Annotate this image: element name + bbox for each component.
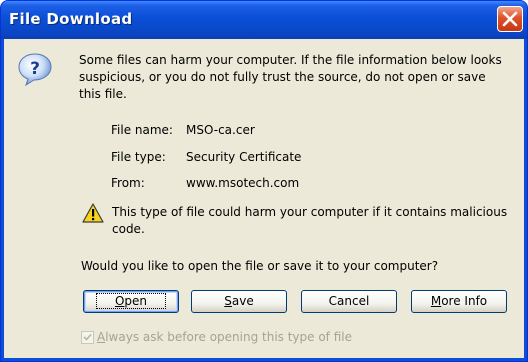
save-button[interactable]: Save	[191, 290, 287, 313]
svg-text:?: ?	[30, 59, 40, 79]
file-name-label: File name:	[111, 123, 173, 137]
question-icon: ?	[18, 53, 52, 87]
always-ask-label: Always ask before opening this type of f…	[97, 330, 352, 344]
close-icon	[502, 11, 518, 27]
more-info-button[interactable]: More Info	[411, 290, 507, 313]
open-button[interactable]: Open	[83, 290, 179, 313]
open-button-label: Open	[95, 293, 167, 309]
file-type-value: Security Certificate	[186, 150, 302, 164]
warning-text: This type of file could harm your comput…	[112, 205, 508, 236]
window-title: File Download	[9, 10, 133, 28]
dialog-body: ? Some files can harm your computer. If …	[4, 39, 524, 358]
file-download-dialog: File Download ? Some files can harm your…	[0, 0, 528, 362]
close-button[interactable]	[497, 6, 523, 32]
cancel-button[interactable]: Cancel	[301, 290, 397, 313]
cancel-button-label: Cancel	[328, 294, 370, 308]
always-ask-checkbox[interactable]	[81, 331, 94, 344]
title-bar[interactable]: File Download	[1, 1, 527, 39]
question-text: Would you like to open the file or save …	[81, 259, 439, 273]
file-name-value: MSO-ca.cer	[186, 123, 255, 137]
from-value: www.msotech.com	[186, 176, 300, 190]
warning-icon	[82, 203, 104, 223]
save-button-label: Save	[224, 294, 254, 308]
from-label: From:	[111, 176, 145, 190]
checkmark-icon	[83, 333, 92, 341]
file-type-label: File type:	[111, 150, 166, 164]
more-info-button-label: More Info	[430, 294, 488, 308]
warning-message: Some files can harm your computer. If th…	[79, 53, 502, 101]
